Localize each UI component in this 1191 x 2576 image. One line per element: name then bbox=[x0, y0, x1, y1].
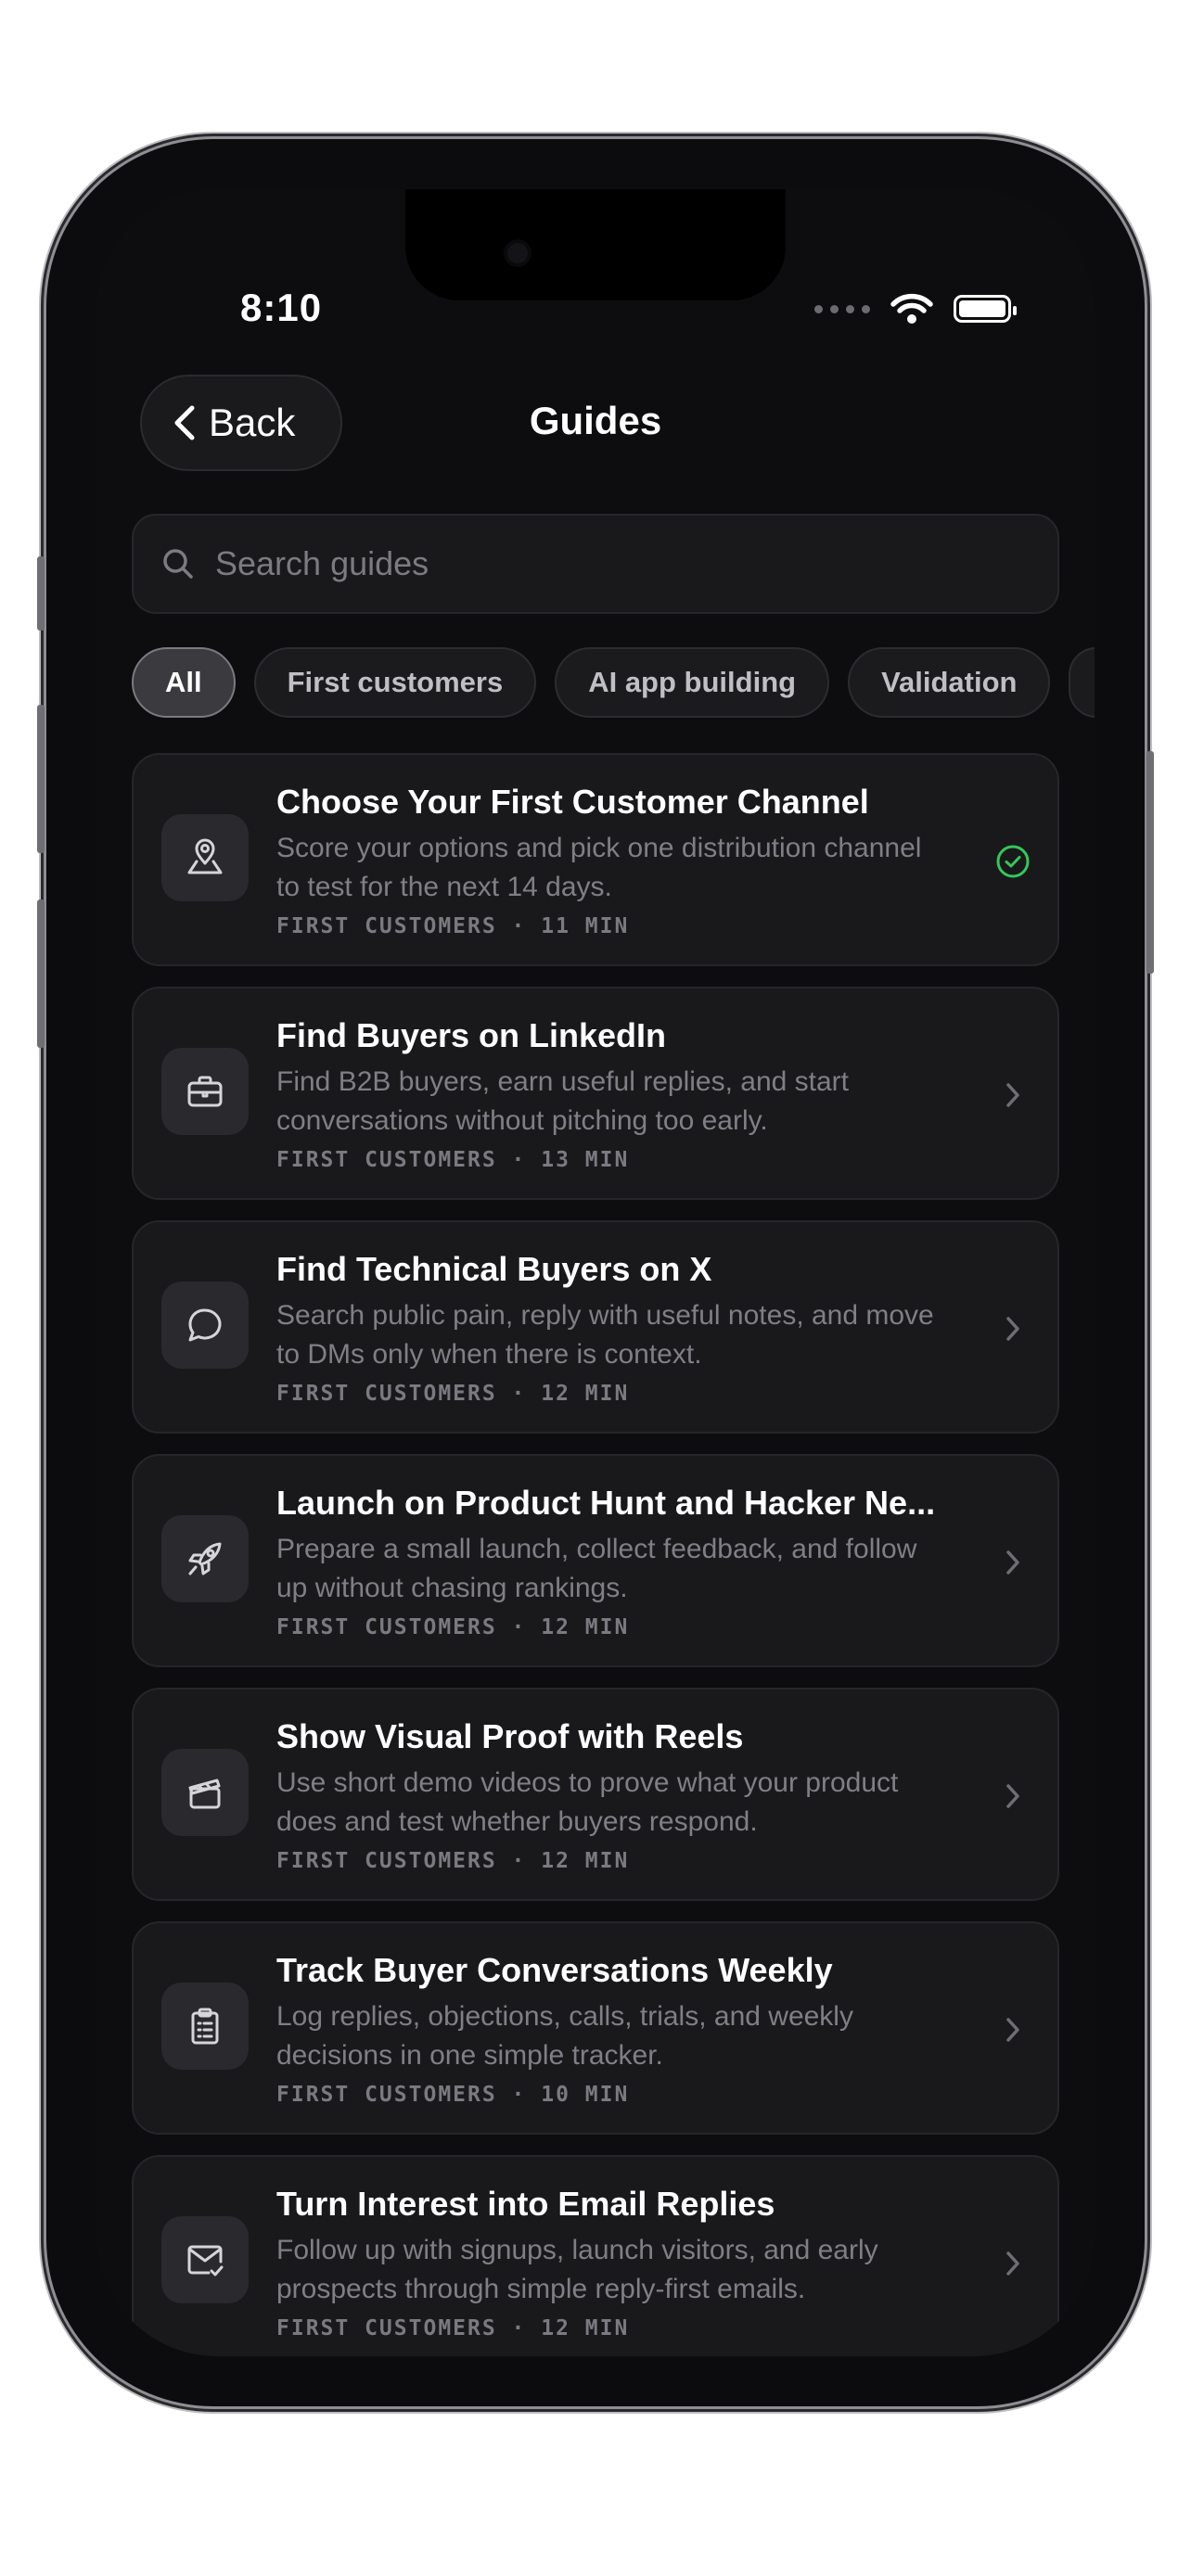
rocket-icon bbox=[161, 1515, 249, 1602]
chevron-right-icon bbox=[994, 1544, 1031, 1581]
mute-switch bbox=[37, 556, 45, 631]
check-circle-icon bbox=[994, 843, 1031, 880]
filter-chip-validation[interactable]: Validation bbox=[848, 647, 1051, 718]
guide-title: Launch on Product Hunt and Hacker Ne... bbox=[276, 1484, 936, 1522]
guide-meta: FIRST CUSTOMERS · 13 MIN bbox=[276, 1148, 630, 1172]
filter-chip-first-customers[interactable]: First customers bbox=[253, 647, 537, 718]
filter-chip-ai-app-building[interactable]: AI app building bbox=[555, 647, 830, 718]
guide-card[interactable]: Find Buyers on LinkedIn Find B2B buyers,… bbox=[132, 987, 1059, 1200]
guide-title: Turn Interest into Email Replies bbox=[276, 2185, 775, 2223]
guide-description: Log replies, objections, calls, trials, … bbox=[276, 2001, 853, 2071]
guide-title: Track Buyer Conversations Weekly bbox=[276, 1951, 833, 1989]
clipboard-list-icon bbox=[161, 1983, 249, 2070]
guide-title: Find Buyers on LinkedIn bbox=[276, 1016, 667, 1054]
chevron-right-icon bbox=[994, 2245, 1031, 2282]
guide-card[interactable]: Find Technical Buyers on X Search public… bbox=[132, 1220, 1059, 1434]
filter-chip-all[interactable]: All bbox=[132, 647, 236, 718]
battery-icon bbox=[954, 295, 1017, 323]
status-time: 8:10 bbox=[240, 286, 323, 329]
guide-card[interactable]: Launch on Product Hunt and Hacker Ne... … bbox=[132, 1454, 1059, 1667]
cellular-signal-icon bbox=[814, 304, 870, 313]
chevron-right-icon bbox=[994, 1778, 1031, 1815]
clapperboard-icon bbox=[161, 1749, 249, 1836]
guide-description: Follow up with signups, launch visitors,… bbox=[276, 2235, 878, 2304]
front-camera bbox=[507, 243, 528, 263]
guide-description: Prepare a small launch, collect feedback… bbox=[276, 1534, 917, 1603]
guide-title: Choose Your First Customer Channel bbox=[276, 783, 869, 821]
guide-description: Use short demo videos to prove what your… bbox=[276, 1767, 899, 1837]
navigation-bar: Back Guides bbox=[96, 375, 1095, 477]
guide-meta: FIRST CUSTOMERS · 12 MIN bbox=[276, 1382, 630, 1406]
screen: 8:10 Back Guides Search guides All First… bbox=[96, 189, 1095, 2356]
page-title: Guides bbox=[529, 399, 662, 442]
power-button bbox=[1146, 751, 1154, 974]
guide-card[interactable]: Choose Your First Customer Channel Score… bbox=[132, 753, 1059, 966]
notch bbox=[405, 189, 786, 300]
filter-chips: All First customers AI app building Vali… bbox=[132, 647, 1095, 721]
guide-list: Choose Your First Customer Channel Score… bbox=[132, 753, 1059, 2356]
guide-title: Find Technical Buyers on X bbox=[276, 1250, 712, 1288]
chevron-right-icon bbox=[994, 1077, 1031, 1114]
guide-title: Show Visual Proof with Reels bbox=[276, 1717, 744, 1755]
guide-description: Score your options and pick one distribu… bbox=[276, 833, 922, 902]
guide-description: Search public pain, reply with useful no… bbox=[276, 1300, 934, 1370]
volume-down-button bbox=[37, 899, 45, 1048]
guide-description: Find B2B buyers, earn useful replies, an… bbox=[276, 1066, 849, 1136]
chevron-right-icon bbox=[994, 1310, 1031, 1347]
mail-check-icon bbox=[161, 2216, 249, 2303]
map-pin-icon bbox=[161, 814, 249, 901]
guide-meta: FIRST CUSTOMERS · 12 MIN bbox=[276, 1615, 630, 1639]
status-icons bbox=[814, 293, 1017, 325]
chat-bubble-icon bbox=[161, 1282, 249, 1369]
filter-chip-overflow[interactable] bbox=[1069, 647, 1095, 718]
wifi-icon bbox=[890, 293, 933, 324]
search-input[interactable] bbox=[213, 543, 959, 584]
guide-card[interactable]: Show Visual Proof with Reels Use short d… bbox=[132, 1688, 1059, 1901]
guide-meta: FIRST CUSTOMERS · 12 MIN bbox=[276, 2316, 630, 2340]
guide-meta: FIRST CUSTOMERS · 11 MIN bbox=[276, 914, 630, 938]
phone-frame: 8:10 Back Guides Search guides All First… bbox=[37, 139, 1154, 2406]
guide-card[interactable]: Track Buyer Conversations Weekly Log rep… bbox=[132, 1921, 1059, 2135]
search-icon bbox=[163, 549, 193, 579]
briefcase-icon bbox=[161, 1048, 249, 1135]
chevron-right-icon bbox=[994, 2011, 1031, 2048]
guide-card[interactable]: Turn Interest into Email Replies Follow … bbox=[132, 2155, 1059, 2356]
guide-meta: FIRST CUSTOMERS · 10 MIN bbox=[276, 2083, 630, 2107]
volume-up-button bbox=[37, 705, 45, 853]
guide-meta: FIRST CUSTOMERS · 12 MIN bbox=[276, 1849, 630, 1873]
search-bar[interactable] bbox=[132, 514, 1059, 614]
